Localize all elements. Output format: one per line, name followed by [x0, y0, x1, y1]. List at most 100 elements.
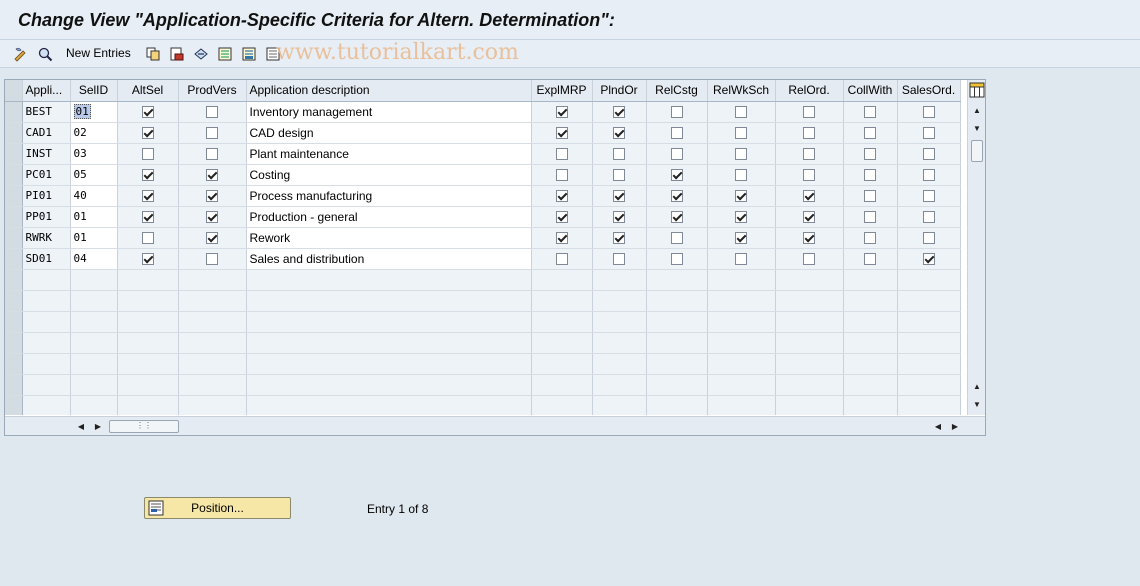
cell-selid[interactable]: 01	[70, 101, 118, 123]
cell-description[interactable]: Process manufacturing	[246, 185, 532, 207]
checkbox-relcstg[interactable]	[670, 127, 683, 140]
cell-description[interactable]: Costing	[246, 164, 532, 186]
checkbox-relwksch[interactable]	[735, 127, 747, 140]
checkbox-relwksch[interactable]	[735, 106, 747, 119]
checkbox-plndor[interactable]	[613, 190, 625, 203]
checkbox-relwksch[interactable]	[735, 190, 747, 203]
vertical-scrollbar[interactable]: ▲ ▼ ▲ ▼	[967, 80, 985, 415]
checkbox-relord[interactable]	[803, 190, 815, 203]
checkbox-altsel[interactable]	[141, 148, 154, 161]
row-selector[interactable]	[5, 290, 23, 312]
checkbox-prodvers[interactable]	[206, 127, 218, 140]
checkbox-prodvers[interactable]	[206, 148, 218, 161]
scroll-up-arrow-icon[interactable]: ▲	[971, 104, 983, 116]
row-selector[interactable]	[5, 395, 23, 415]
cell-selid[interactable]: 40	[70, 185, 118, 207]
cell-selid-focused[interactable]: 01	[73, 104, 91, 119]
checkbox-relwksch[interactable]	[735, 211, 747, 224]
checkbox-plndor[interactable]	[613, 127, 625, 140]
checkbox-salesord[interactable]	[922, 169, 935, 182]
row-selector[interactable]	[5, 185, 23, 207]
column-header-application[interactable]: Appli...	[22, 80, 71, 102]
row-selector[interactable]	[5, 227, 23, 249]
checkbox-altsel[interactable]	[141, 190, 154, 203]
checkbox-plndor[interactable]	[613, 253, 625, 266]
checkbox-collwith[interactable]	[864, 190, 876, 203]
delete-icon[interactable]	[168, 45, 186, 63]
horizontal-scroll-thumb[interactable]: ⋮⋮	[109, 420, 179, 433]
checkbox-explmrp[interactable]	[555, 253, 568, 266]
checkbox-relwksch[interactable]	[735, 148, 747, 161]
checkbox-salesord[interactable]	[922, 148, 935, 161]
undo-change-icon[interactable]	[192, 45, 210, 63]
checkbox-plndor[interactable]	[613, 211, 625, 224]
checkbox-plndor[interactable]	[613, 232, 625, 245]
scroll-far-left-arrow-icon[interactable]: ◀	[932, 420, 944, 432]
checkbox-collwith[interactable]	[864, 253, 876, 266]
checkbox-altsel[interactable]	[141, 211, 154, 224]
checkbox-prodvers[interactable]	[206, 253, 218, 266]
checkbox-relcstg[interactable]	[670, 106, 683, 119]
checkbox-altsel[interactable]	[141, 127, 154, 140]
row-selector[interactable]	[5, 206, 23, 228]
checkbox-salesord[interactable]	[922, 106, 935, 119]
cell-description[interactable]: Production - general	[246, 206, 532, 228]
cell-description[interactable]: Plant maintenance	[246, 143, 532, 165]
scroll-left-arrow-icon[interactable]: ◀	[75, 420, 87, 432]
checkbox-relcstg[interactable]	[670, 190, 683, 203]
vertical-scroll-thumb[interactable]	[971, 140, 983, 162]
checkbox-salesord[interactable]	[922, 190, 935, 203]
checkbox-relwksch[interactable]	[735, 169, 747, 182]
cell-selid[interactable]: 03	[70, 143, 118, 165]
row-selector[interactable]	[5, 353, 23, 375]
cell-description[interactable]: Inventory management	[246, 101, 532, 123]
cell-selid[interactable]: 04	[70, 248, 118, 270]
cell-description[interactable]: Rework	[246, 227, 532, 249]
checkbox-relwksch[interactable]	[735, 253, 747, 266]
checkbox-explmrp[interactable]	[555, 127, 568, 140]
checkbox-collwith[interactable]	[864, 211, 876, 224]
column-header-plndor[interactable]: PlndOr	[592, 80, 647, 102]
column-header-relcstg[interactable]: RelCstg	[646, 80, 708, 102]
new-entries-button[interactable]: New Entries	[66, 46, 131, 60]
checkbox-collwith[interactable]	[864, 148, 876, 161]
checkbox-collwith[interactable]	[864, 232, 876, 245]
checkbox-collwith[interactable]	[864, 169, 876, 182]
row-selector[interactable]	[5, 332, 23, 354]
scroll-down-arrow-icon[interactable]: ▼	[971, 122, 983, 134]
other-view-icon[interactable]	[36, 45, 54, 63]
checkbox-altsel[interactable]	[141, 253, 154, 266]
cell-description[interactable]: CAD design	[246, 122, 532, 144]
scroll-right-arrow-icon[interactable]: ▶	[92, 420, 104, 432]
cell-description[interactable]: Sales and distribution	[246, 248, 532, 270]
row-selector[interactable]	[5, 143, 23, 165]
checkbox-relcstg[interactable]	[670, 253, 683, 266]
column-header-altsel[interactable]: AltSel	[117, 80, 179, 102]
checkbox-prodvers[interactable]	[206, 211, 218, 224]
checkbox-relcstg[interactable]	[670, 169, 683, 182]
checkbox-altsel[interactable]	[141, 169, 154, 182]
checkbox-relord[interactable]	[803, 127, 815, 140]
checkbox-relcstg[interactable]	[670, 232, 683, 245]
checkbox-explmrp[interactable]	[555, 106, 568, 119]
row-selector[interactable]	[5, 269, 23, 291]
checkbox-plndor[interactable]	[613, 148, 625, 161]
checkbox-explmrp[interactable]	[555, 190, 568, 203]
checkbox-relcstg[interactable]	[670, 148, 683, 161]
column-header-collwith[interactable]: CollWith	[843, 80, 898, 102]
column-header-explmrp[interactable]: ExplMRP	[531, 80, 593, 102]
display-change-icon[interactable]	[12, 45, 30, 63]
cell-selid[interactable]: 01	[70, 227, 118, 249]
page-down-arrow-icon[interactable]: ▼	[971, 398, 983, 410]
copy-as-icon[interactable]	[144, 45, 162, 63]
row-selector[interactable]	[5, 101, 23, 123]
checkbox-explmrp[interactable]	[555, 211, 568, 224]
column-header-prodvers[interactable]: ProdVers	[178, 80, 247, 102]
checkbox-relwksch[interactable]	[735, 232, 747, 245]
scroll-far-right-arrow-icon[interactable]: ▶	[949, 420, 961, 432]
select-all-icon[interactable]	[216, 45, 234, 63]
checkbox-prodvers[interactable]	[206, 106, 218, 119]
checkbox-relcstg[interactable]	[670, 211, 683, 224]
checkbox-relord[interactable]	[803, 169, 815, 182]
checkbox-prodvers[interactable]	[206, 169, 218, 182]
